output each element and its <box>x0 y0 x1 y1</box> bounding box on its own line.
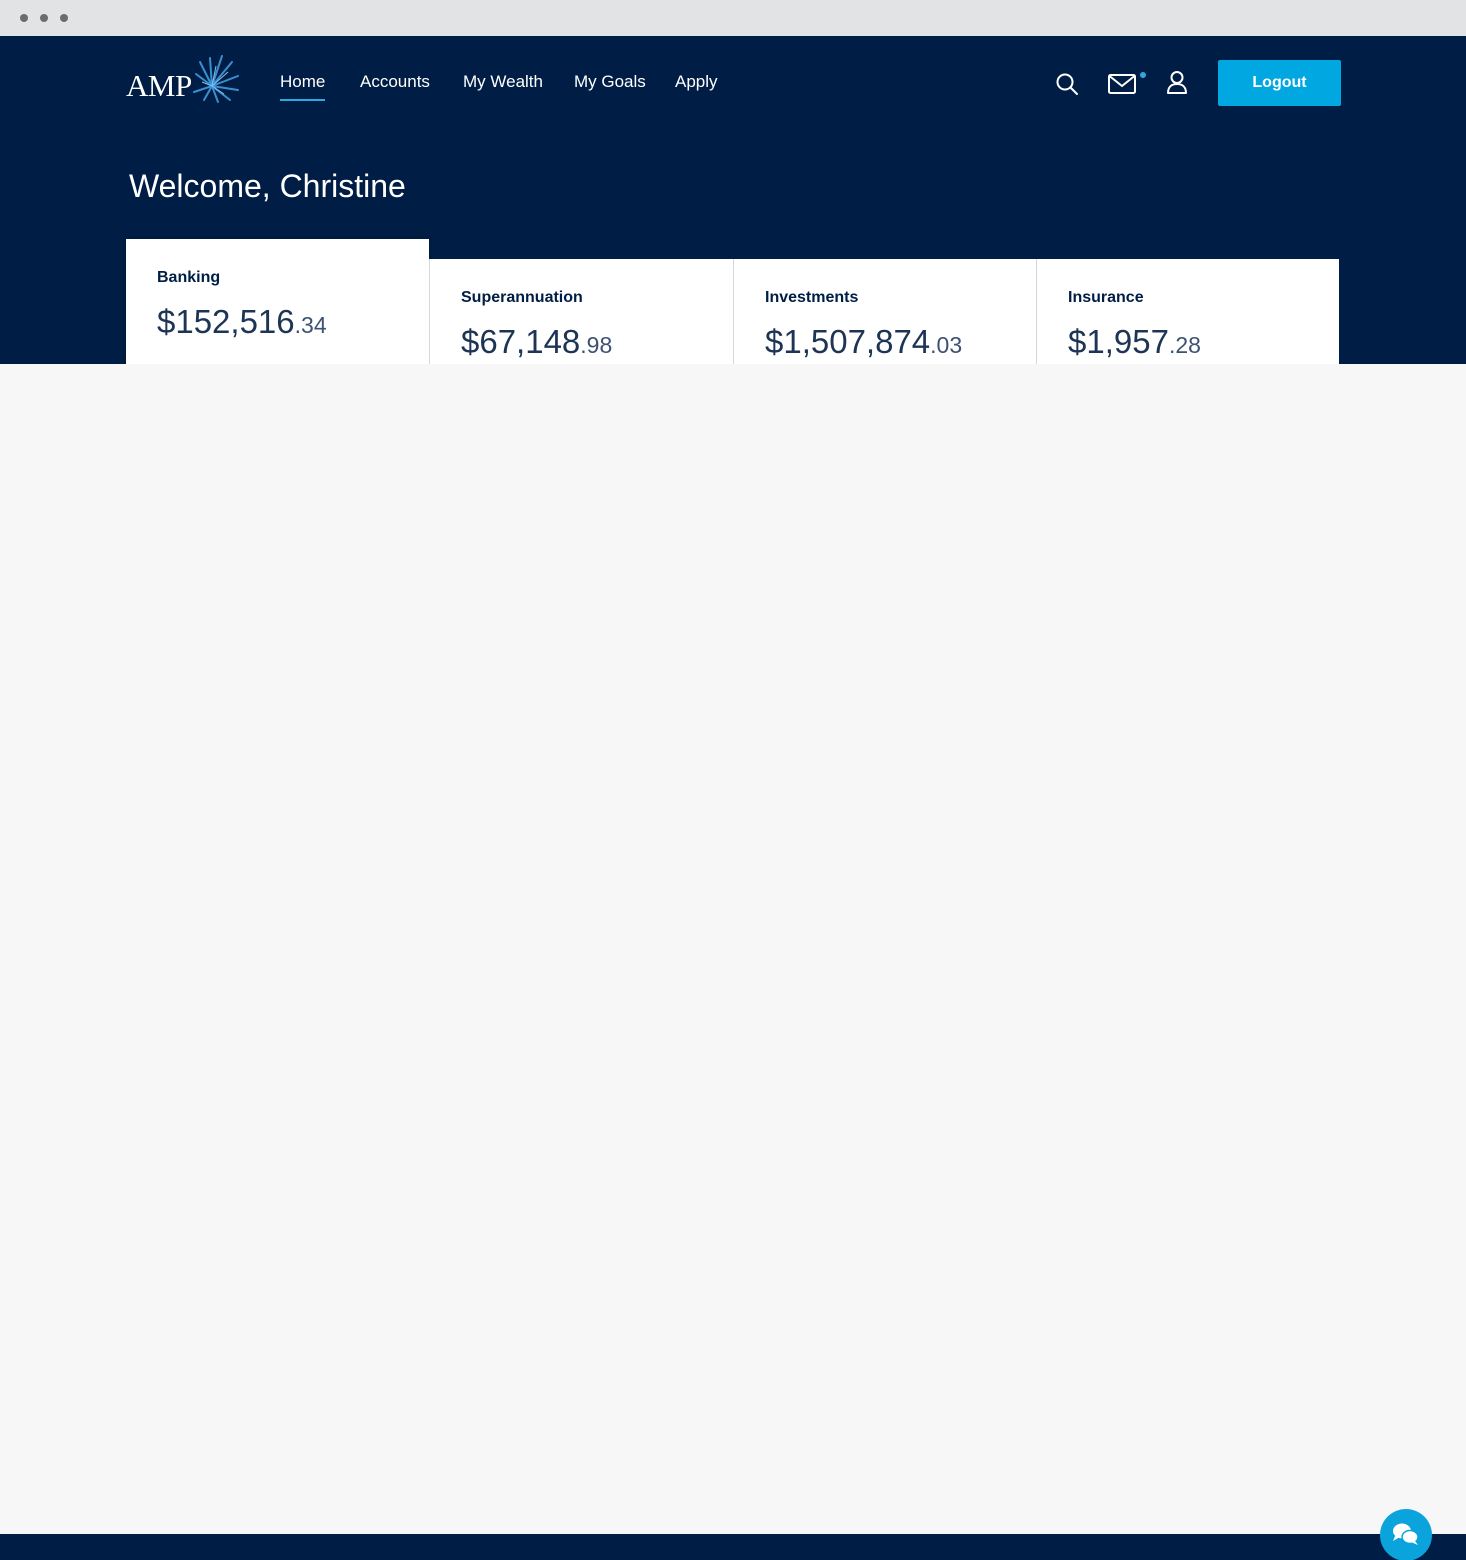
nav-item-my-wealth[interactable]: My Wealth <box>463 72 543 92</box>
card-amount: $1,957.28 <box>1068 323 1201 361</box>
window-dot <box>60 14 68 22</box>
card-label: Insurance <box>1068 289 1144 306</box>
browser-chrome <box>0 0 1466 36</box>
window-dot <box>40 14 48 22</box>
chat-icon <box>1393 1523 1419 1545</box>
nav-item-home[interactable]: Home <box>280 72 326 101</box>
card-superannuation[interactable]: Superannuation $67,148.98 <box>429 259 733 364</box>
notification-dot <box>1140 72 1146 78</box>
card-amount: $1,507,874.03 <box>765 323 962 361</box>
amount-whole: $1,957 <box>1068 323 1169 360</box>
logo-text: AMP <box>126 68 192 103</box>
window-dot <box>20 14 28 22</box>
starburst-icon <box>193 55 239 103</box>
card-label: Superannuation <box>461 289 583 306</box>
logout-button[interactable]: Logout <box>1218 60 1341 106</box>
card-amount: $67,148.98 <box>461 323 612 361</box>
nav-item-apply[interactable]: Apply <box>675 72 718 92</box>
amount-cents: .28 <box>1168 332 1201 358</box>
card-investments[interactable]: Investments $1,507,874.03 <box>733 259 1036 364</box>
nav-item-accounts[interactable]: Accounts <box>360 72 430 92</box>
amount-cents: .03 <box>930 332 963 358</box>
amount-cents: .34 <box>294 312 327 338</box>
nav-item-my-goals[interactable]: My Goals <box>574 72 646 92</box>
card-label: Banking <box>157 269 221 286</box>
welcome-heading: Welcome, Christine <box>129 168 406 204</box>
mail-icon[interactable] <box>1108 70 1148 96</box>
amount-whole: $1,507,874 <box>765 323 931 360</box>
card-amount: $152,516.34 <box>157 303 327 341</box>
card-label: Investments <box>765 289 859 306</box>
search-icon[interactable] <box>1055 72 1079 96</box>
user-icon[interactable] <box>1166 70 1188 96</box>
amount-whole: $67,148 <box>461 323 581 360</box>
amount-cents: .98 <box>580 332 613 358</box>
amount-whole: $152,516 <box>157 303 295 340</box>
card-insurance[interactable]: Insurance $1,957.28 <box>1036 259 1339 364</box>
card-banking[interactable]: Banking $152,516.34 <box>126 239 429 364</box>
header: AMP Home Accounts My Wealth My Goals App… <box>0 36 1466 364</box>
footer <box>0 1534 1466 1560</box>
chat-button[interactable] <box>1380 1509 1432 1560</box>
amp-logo[interactable]: AMP <box>126 54 242 106</box>
